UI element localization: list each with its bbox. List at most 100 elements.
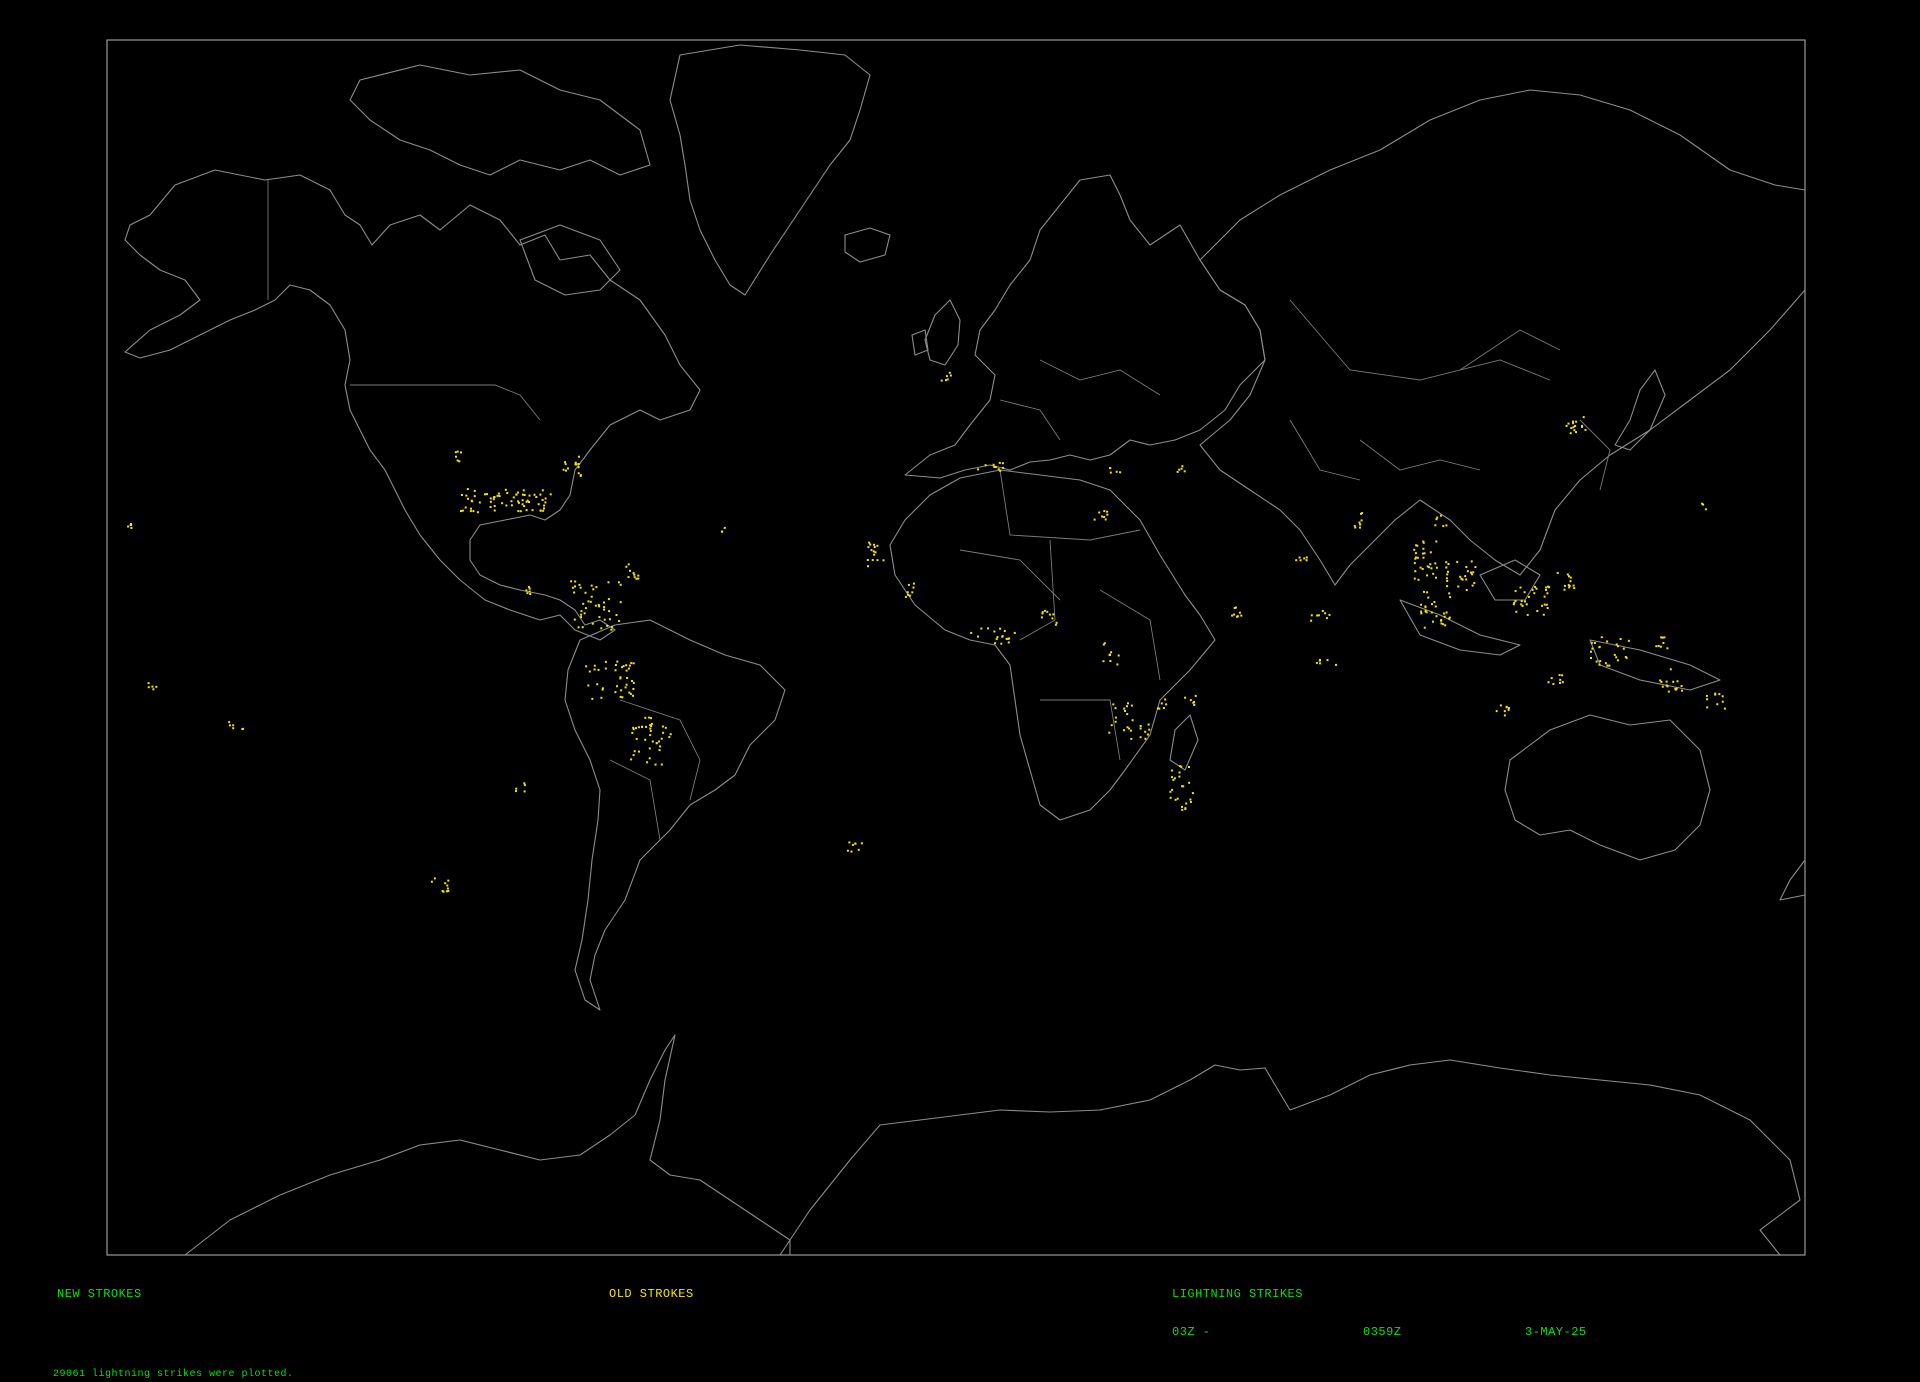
lightning-strike bbox=[570, 580, 573, 583]
lightning-strike bbox=[616, 660, 619, 663]
lightning-strike bbox=[1591, 647, 1594, 650]
lightning-strike bbox=[504, 488, 507, 491]
lightning-strike bbox=[637, 577, 640, 580]
lightning-strike bbox=[1528, 595, 1530, 598]
lightning-strike bbox=[1169, 790, 1172, 793]
lightning-strike bbox=[1505, 705, 1508, 708]
lightning-strike bbox=[515, 790, 517, 793]
lightning-strike bbox=[635, 577, 638, 580]
lightning-strike bbox=[543, 504, 546, 507]
lightning-strike bbox=[1606, 640, 1609, 643]
map-title: LIGHTNING STRIKES bbox=[1172, 1287, 1303, 1301]
lightning-strike bbox=[1666, 647, 1669, 650]
lightning-strike bbox=[594, 604, 597, 607]
lightning-strike bbox=[1563, 584, 1566, 587]
lightning-strike bbox=[597, 604, 600, 606]
lightning-strike bbox=[466, 488, 469, 490]
lightning-strike bbox=[848, 841, 851, 844]
lightning-strike bbox=[606, 624, 609, 627]
lightning-strike bbox=[1534, 586, 1537, 588]
lightning-strike bbox=[1181, 808, 1184, 811]
lightning-strike bbox=[1102, 660, 1105, 663]
lightning-strike bbox=[1298, 556, 1301, 559]
lightning-strike bbox=[1424, 606, 1427, 609]
lightning-strike bbox=[598, 616, 601, 619]
lightning-strike bbox=[1317, 614, 1320, 617]
lightning-world-map bbox=[0, 0, 1920, 1382]
lightning-strike bbox=[994, 642, 997, 645]
lightning-strike bbox=[510, 504, 513, 507]
lightning-strike bbox=[1512, 603, 1515, 606]
lightning-strike bbox=[1414, 557, 1417, 560]
lightning-strike bbox=[625, 664, 628, 667]
lightning-strike bbox=[1116, 663, 1119, 666]
lightning-strike bbox=[637, 574, 640, 577]
lightning-strike bbox=[1044, 609, 1046, 612]
lightning-strike bbox=[528, 590, 531, 593]
lightning-strike bbox=[987, 627, 989, 630]
lightning-strike bbox=[723, 526, 726, 529]
lightning-strike bbox=[493, 509, 496, 512]
lightning-strike bbox=[1178, 468, 1181, 471]
lightning-strike bbox=[1316, 614, 1319, 617]
lightning-strike bbox=[1546, 592, 1549, 595]
lightning-strike bbox=[1422, 547, 1425, 550]
lightning-strike bbox=[1185, 802, 1188, 805]
lightning-strike bbox=[1672, 680, 1675, 683]
lightning-strike bbox=[650, 717, 652, 720]
lightning-strike bbox=[455, 455, 457, 458]
lightning-strike bbox=[562, 468, 565, 471]
lightning-strike bbox=[1144, 730, 1147, 733]
lightning-strike bbox=[1440, 619, 1443, 622]
lightning-strike bbox=[1139, 727, 1142, 730]
lightning-strike bbox=[1471, 584, 1474, 587]
lightning-strike bbox=[470, 499, 473, 502]
lightning-strike bbox=[1520, 603, 1523, 606]
lightning-strike bbox=[604, 667, 607, 670]
lightning-strike bbox=[1319, 662, 1322, 665]
lightning-strike bbox=[904, 595, 907, 598]
lightning-strike bbox=[1191, 792, 1194, 795]
lightning-strike bbox=[641, 726, 644, 729]
lightning-strike bbox=[1236, 615, 1239, 618]
lightning-strike bbox=[539, 509, 542, 512]
lightning-strike bbox=[515, 787, 518, 790]
lightning-strike bbox=[1676, 680, 1679, 683]
lightning-strike bbox=[1464, 575, 1467, 578]
lightning-strike bbox=[1567, 584, 1570, 587]
lightning-strike bbox=[1559, 682, 1561, 684]
lightning-strike bbox=[498, 495, 501, 498]
lightning-strike bbox=[645, 725, 647, 728]
lightning-strike bbox=[1002, 466, 1005, 469]
lightning-strike bbox=[1420, 612, 1423, 615]
lightning-strike bbox=[1119, 471, 1122, 474]
lightning-strike bbox=[1146, 733, 1149, 736]
lightning-strike bbox=[1514, 590, 1517, 593]
lightning-strike bbox=[1431, 603, 1433, 606]
lightning-strike bbox=[1114, 720, 1117, 723]
lightning-strike bbox=[1448, 592, 1451, 595]
lightning-strike bbox=[995, 638, 998, 641]
lightning-strike bbox=[1419, 566, 1422, 569]
lightning-strike bbox=[470, 507, 472, 510]
lightning-strike bbox=[430, 880, 433, 883]
lightning-strike bbox=[1545, 589, 1547, 591]
lightning-strike bbox=[630, 758, 633, 761]
lightning-strike bbox=[632, 754, 635, 757]
lightning-strike bbox=[1434, 562, 1437, 565]
lightning-strike bbox=[1310, 619, 1313, 622]
lightning-strike bbox=[1599, 660, 1602, 663]
lightning-strike bbox=[1572, 584, 1575, 587]
lightning-strike bbox=[1570, 427, 1573, 429]
lightning-strike bbox=[658, 749, 661, 752]
lightning-strike bbox=[1420, 610, 1423, 613]
lightning-strike bbox=[1423, 552, 1426, 555]
lightning-strike bbox=[472, 510, 475, 513]
lightning-strike bbox=[1189, 801, 1192, 803]
lightning-strike bbox=[1439, 514, 1442, 517]
lightning-strike bbox=[625, 669, 628, 672]
lightning-strike bbox=[1515, 610, 1518, 613]
lightning-strike bbox=[1055, 621, 1058, 624]
lightning-strike bbox=[1325, 617, 1328, 620]
lightning-strike bbox=[147, 686, 150, 689]
